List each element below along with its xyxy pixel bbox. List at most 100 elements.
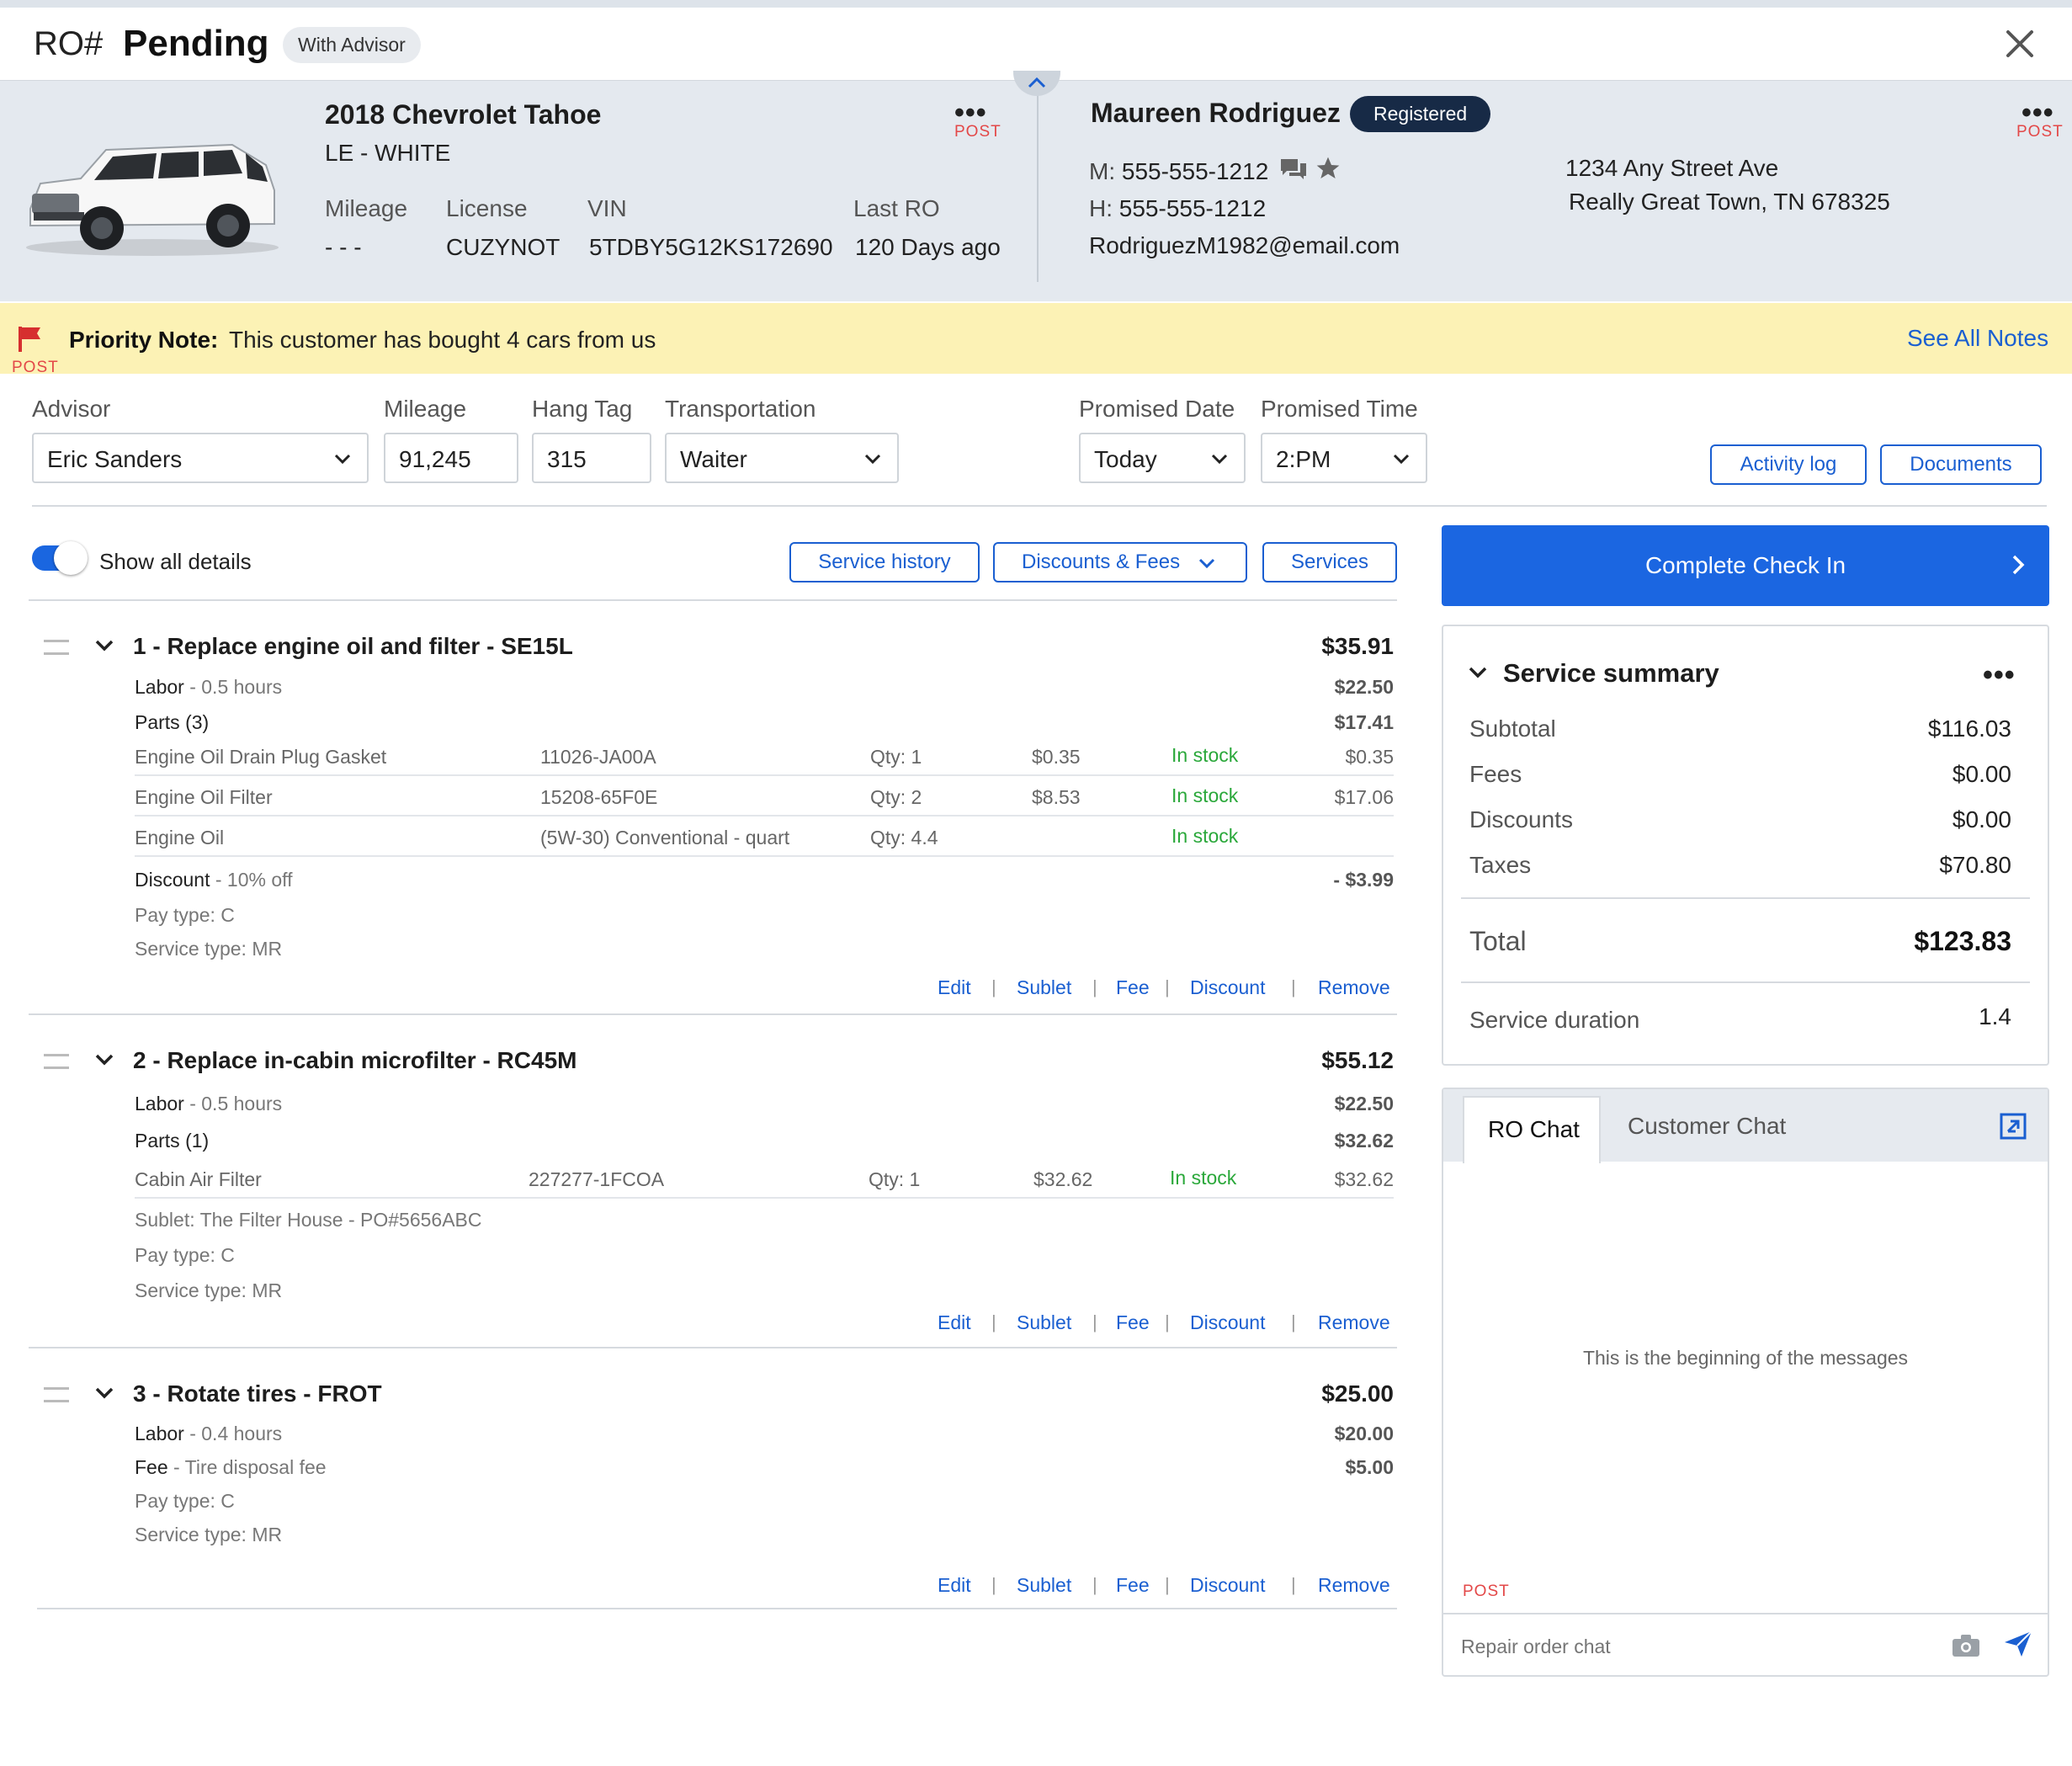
last-ro-value: 120 Days ago (855, 234, 1001, 260)
expand-icon[interactable] (2000, 1113, 2027, 1144)
customer-email[interactable]: RodriguezM1982@email.com (1089, 232, 1400, 259)
sublet-line: Sublet: The Filter House - PO#5656ABC (135, 1209, 482, 1231)
part-name: Cabin Air Filter (135, 1168, 262, 1190)
chevron-down-icon[interactable] (94, 1386, 114, 1401)
chat-icon[interactable] (1279, 157, 1308, 186)
drag-handle-icon[interactable] (44, 1387, 69, 1402)
action-separator: | (1092, 1311, 1097, 1332)
mileage-input[interactable]: 91,245 (384, 433, 518, 483)
complete-check-in-button[interactable]: Complete Check In (1442, 525, 2049, 606)
mobile-phone: M: 555-555-1212 (1089, 158, 1268, 185)
home-label: H: (1089, 195, 1113, 221)
discount-link[interactable]: Discount (1190, 1574, 1265, 1597)
edit-link[interactable]: Edit (938, 976, 971, 999)
remove-link[interactable]: Remove (1318, 976, 1390, 999)
promised-time-select[interactable]: 2:PM (1261, 433, 1427, 483)
labor-key: Labor (135, 1423, 184, 1444)
tab-customer-chat[interactable]: Customer Chat (1628, 1113, 1786, 1140)
services-button[interactable]: Services (1262, 542, 1397, 582)
service-history-button[interactable]: Service history (789, 542, 980, 582)
chat-input[interactable] (1459, 1626, 1934, 1667)
customer-more-icon[interactable]: ••• (2022, 98, 2054, 127)
service-total: $25.00 (1321, 1380, 1394, 1407)
mobile-number[interactable]: 555-555-1212 (1122, 158, 1268, 184)
discount-link[interactable]: Discount (1190, 1311, 1265, 1334)
discount-link[interactable]: Discount (1190, 976, 1265, 999)
ro-prefix: RO# (34, 25, 104, 62)
part-name: Engine Oil (135, 827, 225, 848)
hang-tag-value: 315 (547, 446, 587, 472)
discounts-fees-button[interactable]: Discounts & Fees (993, 542, 1247, 582)
toggle-knob[interactable] (54, 541, 88, 575)
labor-amount: $22.50 (1334, 676, 1394, 698)
documents-button[interactable]: Documents (1880, 444, 2042, 485)
fee-link[interactable]: Fee (1116, 976, 1150, 999)
remove-link[interactable]: Remove (1318, 1311, 1390, 1334)
part-name: Engine Oil Filter (135, 786, 273, 808)
close-icon[interactable] (2001, 25, 2038, 62)
drag-handle-icon[interactable] (44, 1054, 69, 1069)
part-number: 227277-1FCOA (529, 1168, 665, 1190)
hang-tag-input[interactable]: 315 (532, 433, 651, 483)
labor-key: Labor (135, 1093, 184, 1114)
part-divider (135, 774, 1394, 776)
service-type: Service type: MR (135, 938, 283, 960)
mileage-in-label: Mileage (384, 396, 467, 422)
sublet-link[interactable]: Sublet (1017, 1311, 1071, 1334)
labor-key: Labor (135, 676, 184, 698)
summary-more-icon[interactable]: ••• (1983, 661, 2016, 689)
discount-line: Discount - 10% off (135, 869, 293, 891)
home-number[interactable]: 555-555-1212 (1119, 195, 1266, 221)
camera-icon[interactable] (1951, 1633, 1981, 1662)
chat-post-label: POST (1463, 1582, 1510, 1600)
see-all-notes-link[interactable]: See All Notes (1907, 325, 2048, 352)
activity-log-button[interactable]: Activity log (1710, 444, 1867, 485)
fee-link[interactable]: Fee (1116, 1311, 1150, 1334)
chevron-down-icon[interactable] (94, 638, 114, 653)
mileage-label: Mileage (325, 195, 408, 221)
part-qty: Qty: 1 (870, 746, 922, 768)
transportation-select[interactable]: Waiter (665, 433, 899, 483)
promised-date-value: Today (1094, 446, 1157, 472)
last-ro-label: Last RO (853, 195, 940, 221)
drag-handle-icon[interactable] (44, 640, 69, 655)
action-separator: | (1165, 1574, 1170, 1595)
chevron-down-icon[interactable] (1468, 665, 1488, 680)
part-number: (5W-30) Conventional - quart (540, 827, 790, 848)
top-strip (0, 0, 2072, 8)
taxes-label: Taxes (1469, 852, 1532, 878)
advisor-select[interactable]: Eric Sanders (32, 433, 369, 483)
panel-divider (1037, 93, 1039, 282)
tab-ro-chat[interactable]: RO Chat (1463, 1096, 1601, 1163)
vehicle-trim: LE - WHITE (325, 140, 451, 166)
fee-link[interactable]: Fee (1116, 1574, 1150, 1597)
part-qty: Qty: 4.4 (870, 827, 938, 848)
action-separator: | (991, 976, 996, 997)
action-separator: | (1291, 1311, 1296, 1332)
sublet-link[interactable]: Sublet (1017, 976, 1071, 999)
tab-ro-chat-label: RO Chat (1488, 1116, 1580, 1142)
part-number: 15208-65F0E (540, 786, 658, 808)
edit-link[interactable]: Edit (938, 1574, 971, 1597)
part-number: 11026-JA00A (540, 746, 656, 768)
service-duration-label: Service duration (1469, 1007, 1640, 1033)
chevron-up-icon (1028, 77, 1046, 88)
service-title[interactable]: 1 - Replace engine oil and filter - SE15… (133, 633, 573, 660)
remove-link[interactable]: Remove (1318, 1574, 1390, 1597)
service-total: $35.91 (1321, 633, 1394, 659)
vehicle-more-icon[interactable]: ••• (954, 98, 987, 127)
promised-date-select[interactable]: Today (1079, 433, 1246, 483)
part-qty: Qty: 1 (869, 1168, 921, 1190)
sublet-link[interactable]: Sublet (1017, 1574, 1071, 1597)
service-title[interactable]: 3 - Rotate tires - FROT (133, 1380, 382, 1407)
service-type: Service type: MR (135, 1524, 283, 1545)
service-summary-title: Service summary (1503, 658, 1719, 688)
edit-link[interactable]: Edit (938, 1311, 971, 1334)
service-title[interactable]: 2 - Replace in-cabin microfilter - RC45M (133, 1047, 576, 1074)
discount-amount: - $3.99 (1333, 869, 1394, 891)
customer-name: Maureen Rodriguez (1091, 98, 1341, 128)
chevron-down-icon[interactable] (94, 1052, 114, 1067)
service-summary-card (1442, 625, 2049, 1066)
send-icon[interactable] (2003, 1630, 2033, 1662)
star-icon[interactable] (1315, 155, 1341, 186)
